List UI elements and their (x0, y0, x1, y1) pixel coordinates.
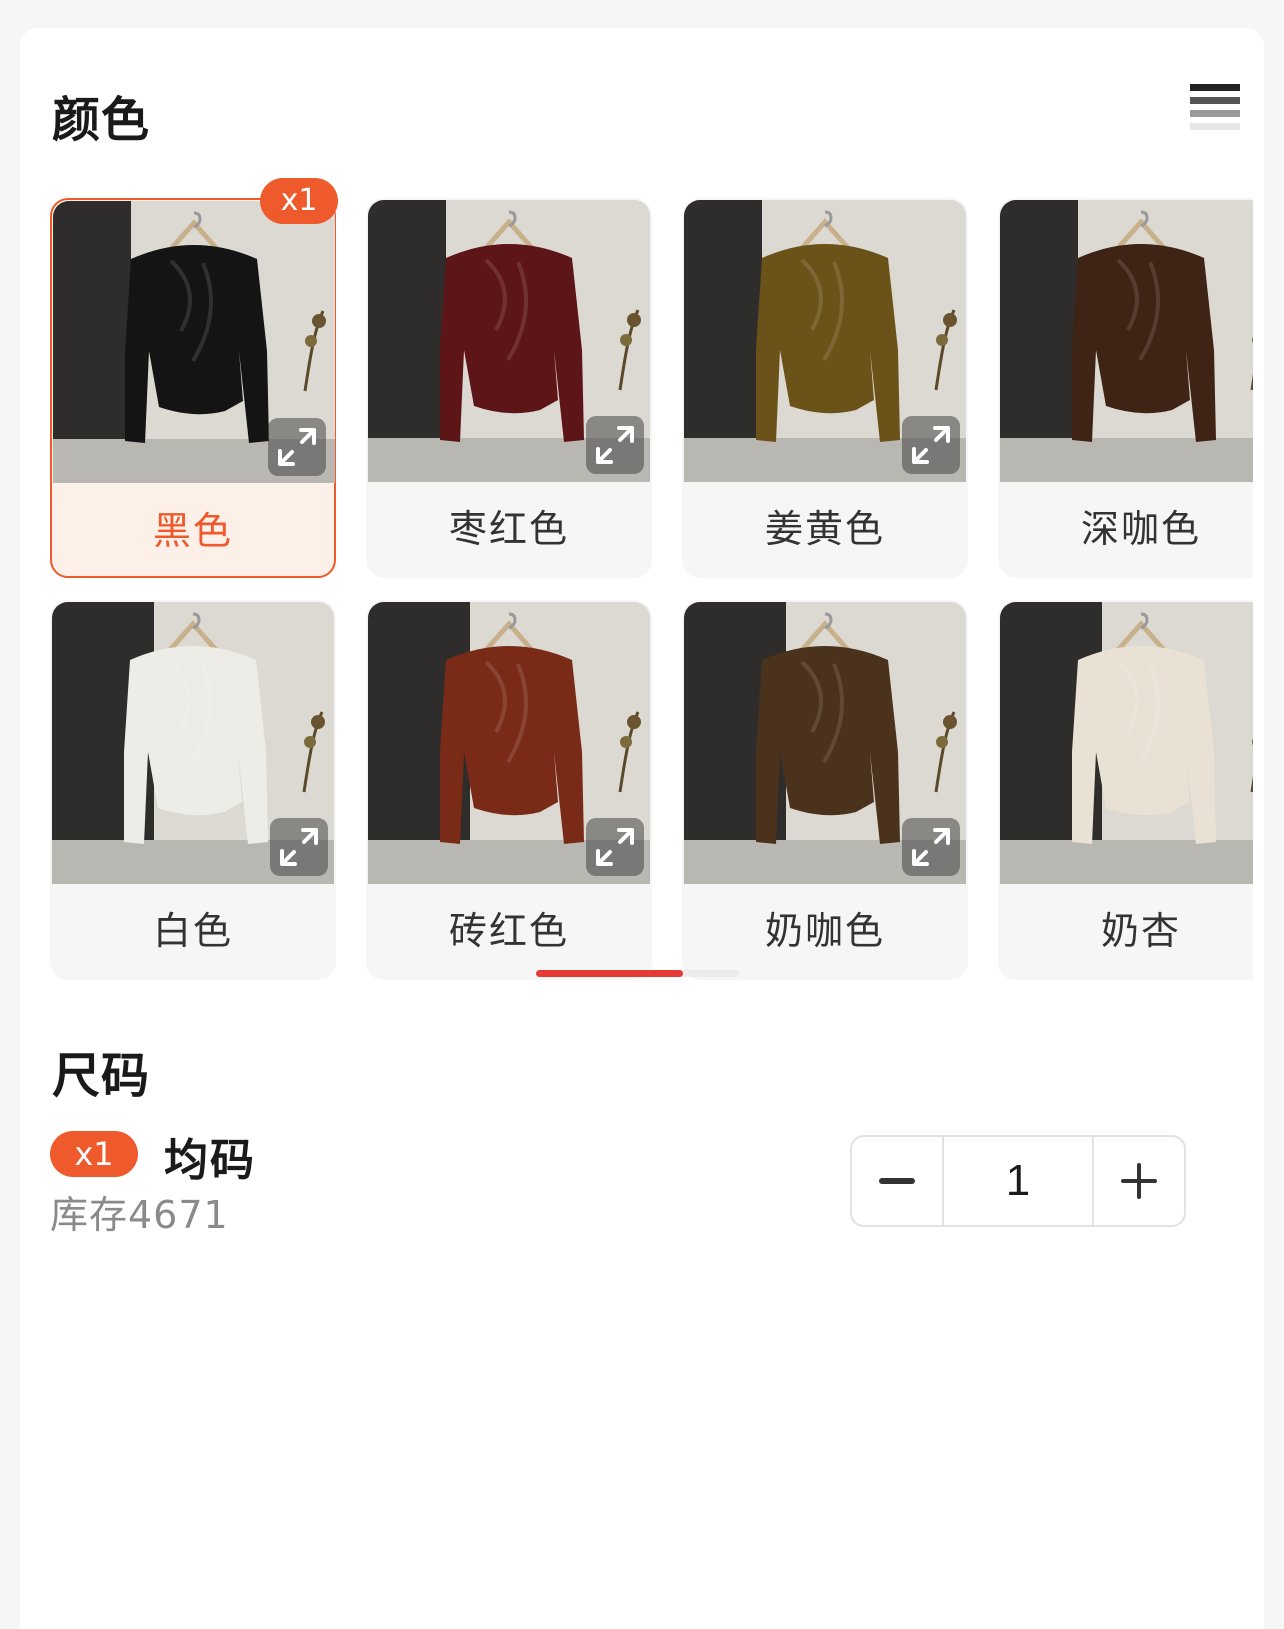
size-stock-text: 库存4671 (50, 1193, 229, 1237)
sku-selector-panel: 颜色 黑色 x1 枣红色 姜黄色 深咖色白色 砖红色 奶咖色 奶杏 尺码 x1 均码 库存46… (20, 28, 1264, 1629)
color-options-grid: 黑色 x1 枣红色 姜黄色 深咖色白色 砖红色 奶咖色 奶杏 (50, 168, 1253, 1008)
color-option-label: 枣红色 (448, 507, 569, 551)
color-section-title: 颜色 (52, 92, 151, 148)
expand-arrows-icon (278, 428, 316, 466)
plus-icon (1121, 1163, 1157, 1199)
expand-arrows-icon (596, 828, 634, 866)
color-option-label: 姜黄色 (764, 507, 885, 551)
expand-image-button[interactable] (902, 416, 960, 474)
color-selected-count-badge: x1 (260, 178, 338, 224)
color-scroll-thumb (536, 970, 683, 977)
color-option-label: 黑色 (152, 509, 233, 553)
expand-arrows-icon (280, 828, 318, 866)
garment-photo (1000, 200, 1253, 482)
size-selected-count-badge: x1 (50, 1131, 138, 1177)
color-option-card[interactable]: 枣红色 (366, 198, 652, 578)
garment-photo (1000, 602, 1253, 884)
quantity-decrease-button[interactable] (852, 1137, 942, 1225)
color-option-image (1000, 200, 1253, 482)
color-option-label: 奶咖色 (764, 909, 885, 953)
color-option-card[interactable]: 砖红色 (366, 600, 652, 980)
color-option-label: 白色 (152, 909, 233, 953)
color-option-card[interactable]: 奶杏 (998, 600, 1253, 980)
quantity-increase-button[interactable] (1094, 1137, 1184, 1225)
expand-arrows-icon (912, 828, 950, 866)
expand-image-button[interactable] (586, 416, 644, 474)
color-option-card[interactable]: 奶咖色 (682, 600, 968, 980)
color-option-label: 砖红色 (448, 909, 569, 953)
expand-arrows-icon (912, 426, 950, 464)
quantity-value[interactable]: 1 (942, 1137, 1094, 1225)
color-option-card[interactable]: 黑色 x1 (50, 178, 338, 578)
expand-image-button[interactable] (268, 418, 326, 476)
list-view-icon[interactable] (1190, 84, 1240, 134)
expand-image-button[interactable] (586, 818, 644, 876)
minus-icon (879, 1178, 915, 1184)
quantity-stepper: 1 (850, 1135, 1186, 1227)
size-section-title: 尺码 (52, 1048, 151, 1104)
size-option-one-size[interactable]: 均码 (164, 1124, 256, 1188)
expand-image-button[interactable] (270, 818, 328, 876)
color-option-card[interactable]: 姜黄色 (682, 198, 968, 578)
color-option-label: 奶杏 (1100, 909, 1181, 953)
color-scroll-indicator (536, 970, 740, 977)
color-option-card[interactable]: 深咖色 (998, 198, 1253, 578)
color-option-image (1000, 602, 1253, 884)
expand-image-button[interactable] (902, 818, 960, 876)
color-option-card[interactable]: 白色 (50, 600, 336, 980)
color-option-label: 深咖色 (1080, 507, 1201, 551)
expand-arrows-icon (596, 426, 634, 464)
